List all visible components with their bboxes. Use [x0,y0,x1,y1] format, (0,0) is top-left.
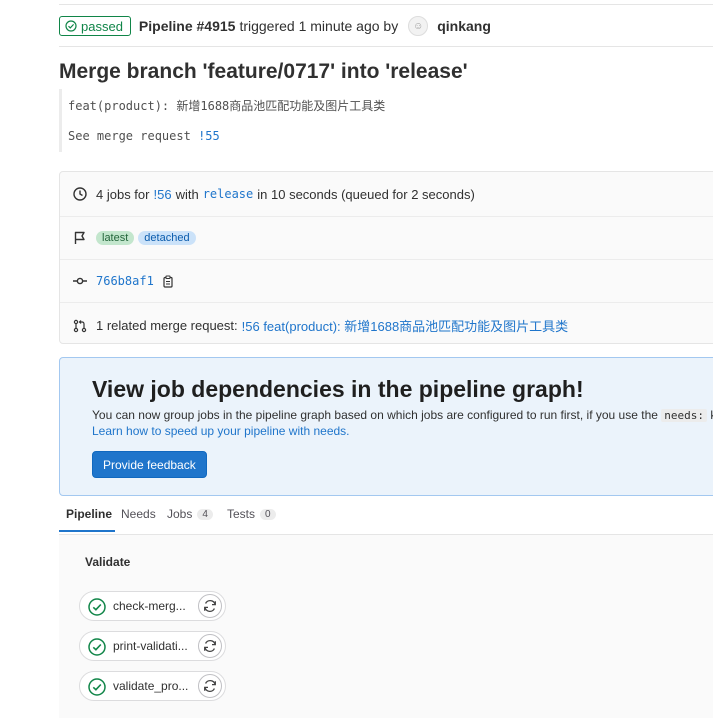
copy-icon[interactable] [160,273,176,289]
tab-tests[interactable]: Tests 0 [227,507,276,521]
job-pill[interactable]: print-validati... [79,631,226,661]
pipeline-header: passed Pipeline #4915 triggered 1 minute… [59,16,491,36]
active-tab-indicator [59,530,115,532]
see-merge-request-text: See merge request [68,129,191,143]
latest-badge: latest [96,231,135,245]
commit-description: feat(product): 新增1688商品池匹配功能及图片工具类 See m… [59,89,713,152]
retry-icon[interactable] [198,634,222,658]
retry-icon[interactable] [198,674,222,698]
tab-needs[interactable]: Needs [121,507,156,521]
stage-title: Validate [85,555,131,569]
merge-request-icon [72,318,88,334]
commit-description-line: See merge request !55 [68,129,220,143]
triggered-text: triggered 1 minute ago by [239,18,399,34]
with-text: with [175,186,199,202]
row-divider [60,259,713,260]
provide-feedback-button[interactable]: Provide feedback [92,451,207,478]
pipeline-graph-callout: View job dependencies in the pipeline gr… [59,357,713,496]
related-mr-text: 1 related merge request: [96,318,238,333]
retry-icon[interactable] [198,594,222,618]
branch-link[interactable]: release [203,187,254,201]
success-icon [88,598,106,619]
check-circle-icon [65,20,77,32]
commit-row: 766b8af1 [72,273,184,289]
detached-badge: detached [138,231,196,245]
row-divider [60,216,713,217]
commit-sha-link[interactable]: 766b8af1 [96,274,154,288]
clock-icon [72,186,88,202]
author-name[interactable]: qinkang [437,18,491,34]
merge-request-link[interactable]: !55 [198,129,220,143]
header-divider [59,46,713,47]
badges-row: latest detached [72,230,200,246]
related-mr-row: 1 related merge request: !56 feat(produc… [72,316,568,335]
jobs-count-text: 4 jobs for [96,186,150,202]
tab-label: Jobs [167,507,193,521]
commit-title: Merge branch 'feature/0717' into 'releas… [59,60,468,83]
tab-label: Pipeline [66,507,113,521]
callout-body-text: You can now group jobs in the pipeline g… [92,408,658,422]
status-badge[interactable]: passed [59,16,131,36]
commit-icon [72,273,88,289]
callout-title: View job dependencies in the pipeline gr… [92,376,584,402]
tab-pipeline[interactable]: Pipeline [66,507,112,521]
related-mr-link[interactable]: !56 feat(product): 新增1688商品池匹配功能及图片工具类 [242,316,569,335]
job-pill[interactable]: validate_pro... [79,671,226,701]
mr-link[interactable]: !56 [153,187,171,202]
jobs-summary: 4 jobs for !56 with release in 10 second… [72,186,475,202]
commit-description-line: feat(product): 新增1688商品池匹配功能及图片工具类 [68,99,386,113]
tab-label: Tests [227,507,256,521]
job-name: check-merg... [113,599,186,613]
tab-label: Needs [121,507,156,521]
job-name: validate_pro... [113,679,189,693]
top-divider [59,4,713,5]
pipeline-tabs: Pipeline Needs Jobs 4 Tests 0 [59,497,713,535]
pipeline-id: Pipeline #4915 [138,18,236,34]
status-label: passed [81,18,123,34]
job-pill[interactable]: check-merg... [79,591,226,621]
success-icon [88,638,106,659]
job-name: print-validati... [113,639,188,653]
callout-body: You can now group jobs in the pipeline g… [92,408,713,422]
learn-more-link[interactable]: Learn how to speed up your pipeline with… [92,424,350,438]
jobs-count-badge: 4 [197,508,213,520]
tests-count-badge: 0 [260,508,276,520]
duration-text: in 10 seconds (queued for 2 seconds) [257,186,475,202]
pipeline-info-box: 4 jobs for !56 with release in 10 second… [59,171,713,344]
avatar[interactable]: ☺ [408,16,429,36]
row-divider [60,302,713,303]
flag-icon [72,230,88,246]
tab-jobs[interactable]: Jobs 4 [167,507,213,521]
needs-code: needs: [661,409,708,422]
success-icon [88,678,106,699]
